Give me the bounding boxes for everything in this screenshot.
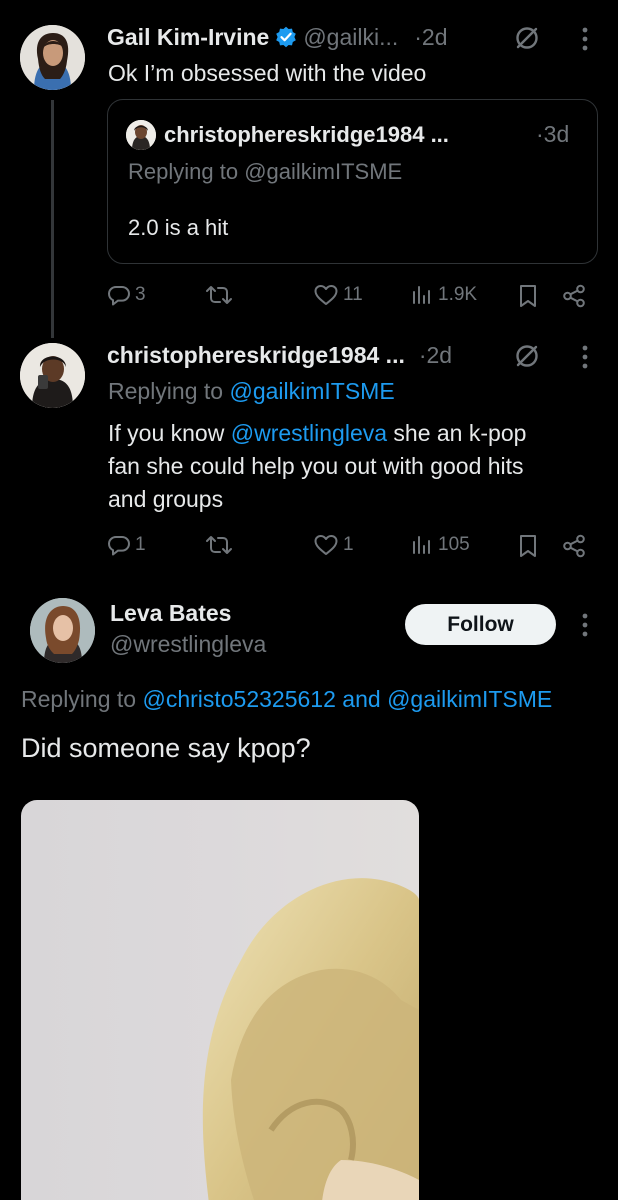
reply-icon (108, 286, 130, 306)
grok-icon[interactable] (513, 24, 541, 52)
text-segment: she an k-pop (393, 420, 527, 446)
text-segment: If you know (108, 420, 225, 446)
view-count: 1.9K (438, 284, 478, 305)
reply-button[interactable]: 1 (107, 533, 146, 557)
author-name[interactable]: Gail Kim-Irvine (107, 24, 269, 51)
like-count: 1 (343, 534, 354, 555)
retweet-button[interactable] (205, 283, 233, 307)
follow-button[interactable]: Follow (405, 604, 556, 645)
reply-count: 1 (135, 534, 146, 555)
tweet-media-image[interactable] (21, 800, 419, 1200)
text-segment: fan she could help you out with good hit… (108, 453, 524, 479)
more-icon[interactable] (580, 343, 590, 371)
media-photo (202, 878, 419, 1200)
retweet-button[interactable] (205, 533, 233, 557)
bookmark-icon[interactable] (517, 283, 539, 309)
timestamp[interactable]: ·2d (419, 342, 452, 369)
avatar-image (20, 343, 85, 408)
like-button[interactable]: 11 (313, 283, 363, 307)
conversation-thread: Gail Kim-Irvine @gailki... ·2d Ok I’m ob… (0, 0, 618, 1200)
thread-connector (51, 100, 54, 338)
heart-icon (314, 285, 338, 305)
grok-icon[interactable] (513, 342, 541, 370)
replying-to: Replying to @gailkimITSME (108, 375, 395, 408)
bookmark-icon[interactable] (517, 533, 539, 559)
text-segment: and groups (108, 486, 224, 512)
reply-button[interactable]: 3 (107, 283, 146, 307)
quote-text: 2.0 is a hit (128, 215, 229, 240)
author-handle[interactable]: @wrestlingleva (110, 631, 266, 658)
quote-timestamp[interactable]: ·3d (536, 121, 569, 148)
verified-badge-icon (276, 26, 297, 48)
replying-handle[interactable]: @gailkimITSME (229, 378, 394, 404)
avatar[interactable] (126, 120, 156, 150)
quoted-tweet[interactable]: christophereskridge1984 ... ·3d Replying… (107, 99, 598, 264)
reply-icon (108, 536, 130, 556)
author-handle[interactable]: @gailki... (303, 24, 398, 51)
like-count: 11 (343, 284, 363, 305)
author-name[interactable]: Leva Bates (110, 600, 231, 627)
retweet-icon (206, 536, 232, 554)
replying-prefix: Replying to (108, 378, 224, 404)
avatar[interactable] (20, 343, 85, 408)
replying-handle[interactable]: @christo52325612 (142, 686, 335, 712)
author-name[interactable]: christophereskridge1984 ... (107, 342, 405, 369)
avatar[interactable] (30, 598, 95, 663)
view-count: 105 (438, 534, 470, 555)
tweet-text: Did someone say kpop? (21, 733, 311, 763)
views-icon (413, 536, 430, 554)
replying-handle[interactable]: @gailkimITSME (387, 686, 552, 712)
more-icon[interactable] (580, 25, 590, 53)
views-button[interactable]: 1.9K (410, 283, 477, 307)
avatar-image (20, 25, 85, 90)
tweet-text: If you know @wrestlingleva she an k-pop … (108, 417, 608, 516)
avatar[interactable] (20, 25, 85, 90)
timestamp[interactable]: ·2d (414, 24, 447, 51)
retweet-icon (206, 286, 232, 304)
views-button[interactable]: 105 (410, 533, 470, 557)
like-button[interactable]: 1 (313, 533, 354, 557)
quote-author-name[interactable]: christophereskridge1984 ... (164, 122, 449, 148)
mention-link[interactable]: @wrestlingleva (231, 420, 387, 446)
tweet-text: Ok I’m obsessed with the video (108, 60, 427, 86)
replying-prefix: Replying to (128, 159, 239, 184)
avatar-image (126, 120, 156, 150)
replying-and: and (342, 686, 381, 712)
more-icon[interactable] (580, 611, 590, 639)
heart-icon (314, 535, 338, 555)
replying-handle[interactable]: @gailkimITSME (244, 159, 402, 184)
replying-prefix: Replying to (21, 686, 137, 712)
quote-replying-to: Replying to @gailkimITSME (128, 159, 402, 185)
replying-to: Replying to @christo52325612 and @gailki… (21, 683, 552, 716)
share-icon[interactable] (561, 533, 587, 559)
views-icon (413, 286, 430, 304)
share-icon[interactable] (561, 283, 587, 309)
avatar-image (30, 598, 95, 663)
reply-count: 3 (135, 284, 146, 305)
